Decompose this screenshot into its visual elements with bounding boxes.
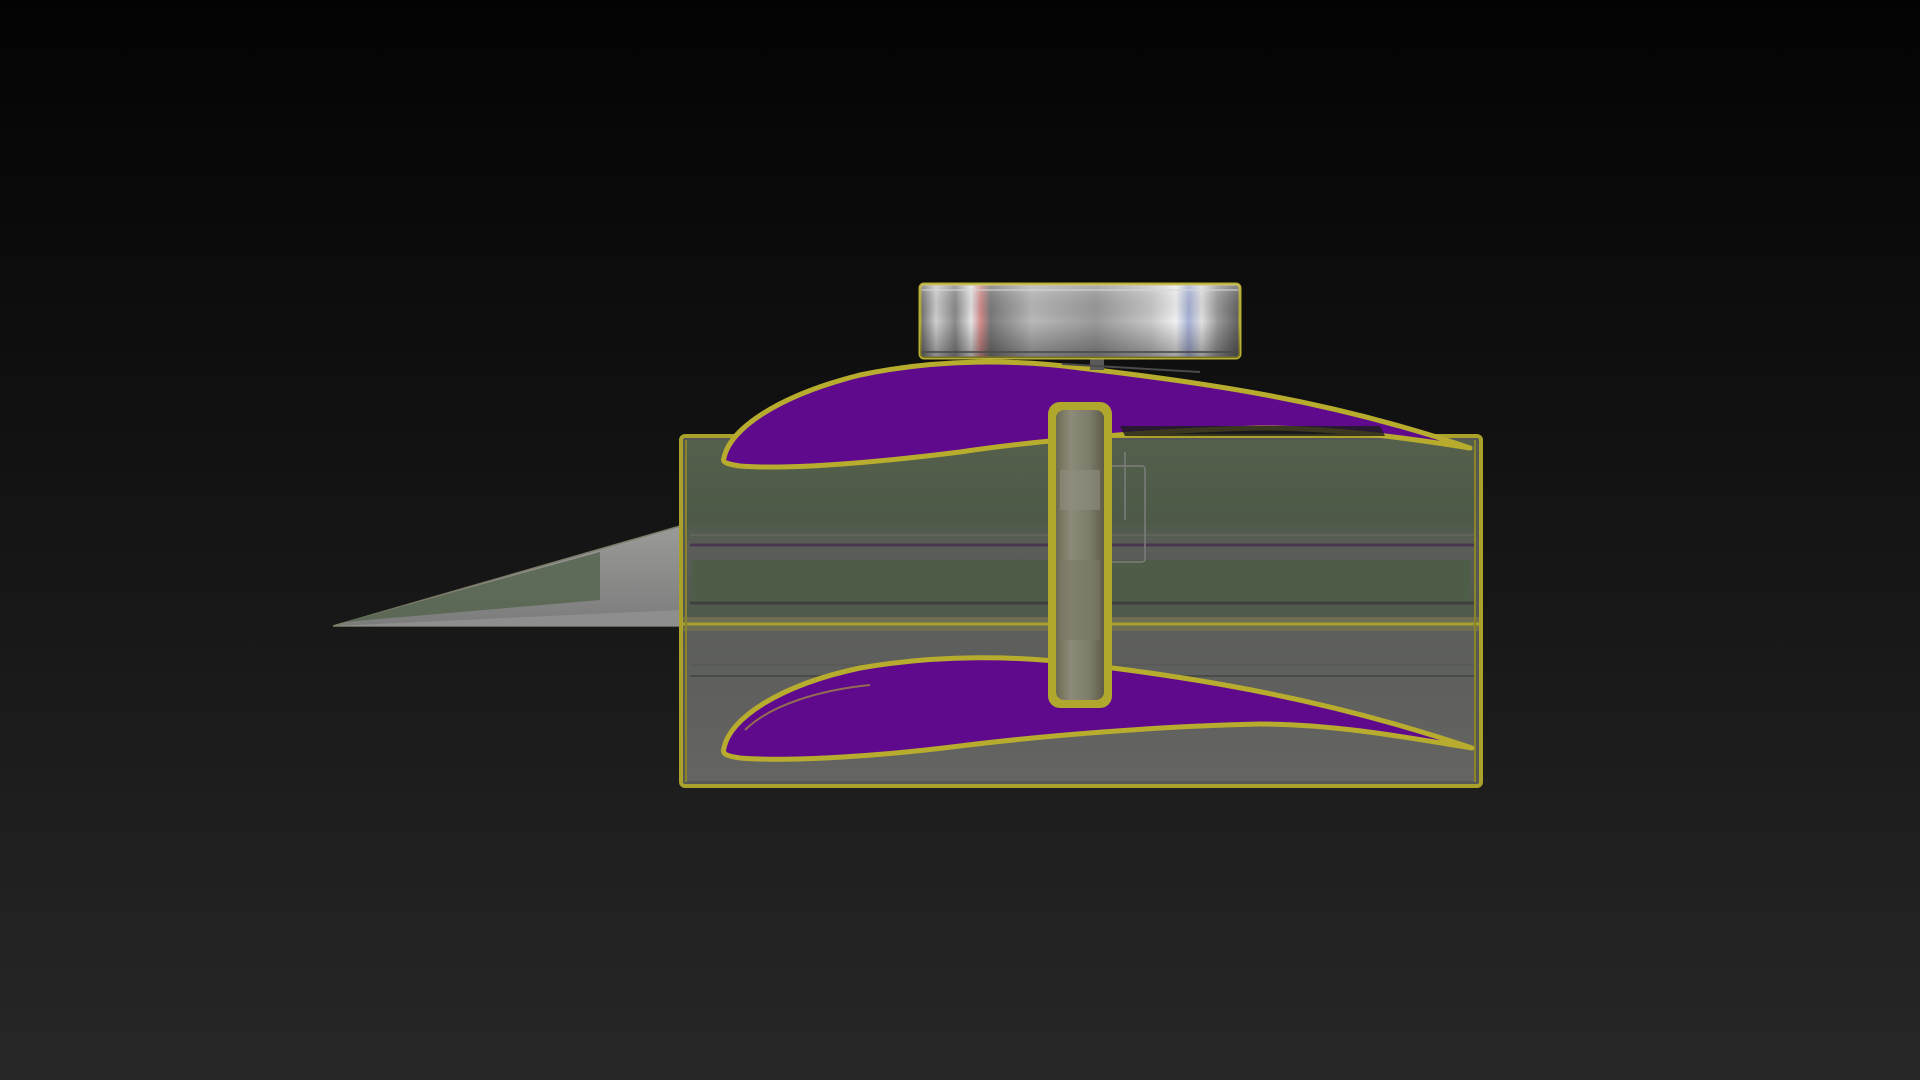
cad-render-scene bbox=[0, 0, 1920, 1080]
metal-cap bbox=[918, 282, 1242, 360]
center-pillar bbox=[1048, 402, 1112, 708]
render-viewport bbox=[0, 0, 1920, 1080]
